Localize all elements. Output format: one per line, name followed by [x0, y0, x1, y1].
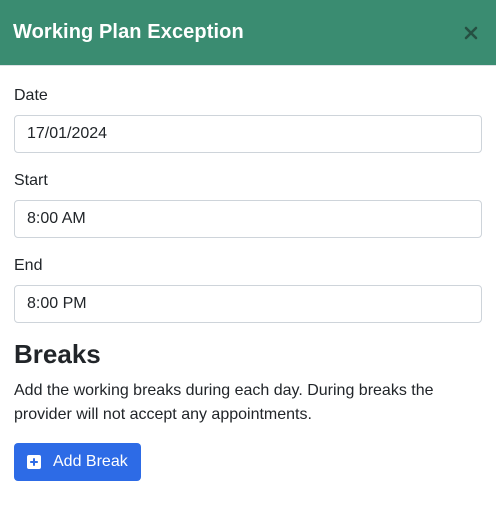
- end-time-input[interactable]: [14, 285, 482, 323]
- plus-square-icon: [27, 455, 41, 469]
- start-label: Start: [14, 172, 48, 189]
- working-plan-exception-modal: Working Plan Exception Date Start End Br…: [0, 0, 496, 506]
- add-break-button[interactable]: Add Break: [14, 443, 141, 481]
- modal-body: Date Start End Breaks Add the working br…: [0, 66, 496, 481]
- end-field-group: End: [14, 256, 482, 323]
- end-label: End: [14, 257, 43, 274]
- date-field-group: Date: [14, 86, 482, 153]
- date-label: Date: [14, 87, 48, 104]
- modal-header: Working Plan Exception: [0, 0, 496, 66]
- start-time-input[interactable]: [14, 200, 482, 238]
- breaks-description: Add the working breaks during each day. …: [14, 382, 434, 423]
- close-button[interactable]: [460, 22, 482, 44]
- date-input[interactable]: [14, 115, 482, 153]
- add-break-label: Add Break: [53, 453, 128, 470]
- breaks-heading: Breaks: [14, 339, 101, 369]
- modal-title: Working Plan Exception: [13, 21, 244, 43]
- start-field-group: Start: [14, 171, 482, 238]
- close-icon: [464, 26, 478, 39]
